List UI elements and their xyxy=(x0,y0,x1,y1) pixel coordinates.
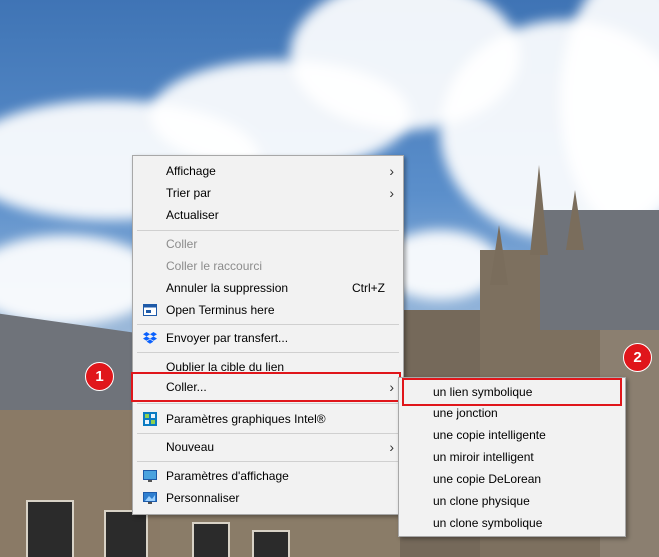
menu-item-label: une copie intelligente xyxy=(433,428,546,442)
chevron-right-icon: › xyxy=(389,185,394,201)
menu-item-label: Paramètres d'affichage xyxy=(166,469,289,483)
menu-separator xyxy=(137,403,399,404)
menu-item-parametres-affichage[interactable]: Paramètres d'affichage xyxy=(133,465,403,487)
menu-item-label: une copie DeLorean xyxy=(433,472,542,486)
menu-item-envoyer-transfert[interactable]: Envoyer par transfert... xyxy=(133,327,403,349)
menu-separator xyxy=(137,461,399,462)
terminal-icon xyxy=(143,304,157,316)
menu-item-label: Personnaliser xyxy=(166,491,240,505)
dropbox-icon xyxy=(143,332,157,344)
submenu-item-copie-intelligente[interactable]: une copie intelligente xyxy=(399,424,625,446)
menu-item-label: un miroir intelligent xyxy=(433,450,534,464)
menu-item-nouveau[interactable]: Nouveau › xyxy=(133,436,403,458)
menu-item-coller-raccourci-disabled: Coller le raccourci xyxy=(133,255,403,277)
chevron-right-icon: › xyxy=(389,163,394,179)
menu-item-label: Annuler la suppression xyxy=(166,281,289,295)
shortcut-label: Ctrl+Z xyxy=(352,281,385,295)
submenu-item-copie-delorean[interactable]: une copie DeLorean xyxy=(399,468,625,490)
display-settings-icon xyxy=(143,470,157,482)
submenu-item-clone-physique[interactable]: un clone physique xyxy=(399,490,625,512)
menu-separator xyxy=(137,324,399,325)
menu-item-coller-disabled: Coller xyxy=(133,233,403,255)
menu-item-label: un clone symbolique xyxy=(433,516,543,530)
chevron-right-icon: › xyxy=(389,439,394,455)
menu-separator xyxy=(137,230,399,231)
menu-item-affichage[interactable]: Affichage › xyxy=(133,160,403,182)
menu-item-label: Nouveau xyxy=(166,440,215,454)
submenu-item-miroir-intelligent[interactable]: un miroir intelligent xyxy=(399,446,625,468)
menu-item-label: Coller xyxy=(166,237,198,251)
menu-item-annuler-suppression[interactable]: Annuler la suppression Ctrl+Z xyxy=(133,277,403,299)
highlight-box-coller xyxy=(131,372,401,402)
step-badge-1: 1 xyxy=(85,362,114,391)
menu-item-label: Affichage xyxy=(166,164,216,178)
menu-item-actualiser[interactable]: Actualiser xyxy=(133,204,403,226)
menu-item-label: Open Terminus here xyxy=(166,303,275,317)
menu-item-label: un clone physique xyxy=(433,494,530,508)
personalize-icon xyxy=(143,492,157,504)
menu-item-label: Paramètres graphiques Intel® xyxy=(166,412,326,426)
menu-item-label: Envoyer par transfert... xyxy=(166,331,289,345)
menu-separator xyxy=(137,433,399,434)
step-badge-2: 2 xyxy=(623,343,652,372)
menu-item-label: Trier par xyxy=(166,186,211,200)
menu-item-trier-par[interactable]: Trier par › xyxy=(133,182,403,204)
menu-item-label: Coller le raccourci xyxy=(166,259,263,273)
desktop-context-menu: Affichage › Trier par › Actualiser Colle… xyxy=(132,155,404,515)
menu-item-open-terminus[interactable]: Open Terminus here xyxy=(133,299,403,321)
menu-item-intel-graphics[interactable]: Paramètres graphiques Intel® xyxy=(133,408,403,430)
submenu-item-clone-symbolique[interactable]: un clone symbolique xyxy=(399,512,625,534)
menu-item-personnaliser[interactable]: Personnaliser xyxy=(133,487,403,509)
menu-separator xyxy=(137,352,399,353)
intel-graphics-icon xyxy=(143,412,157,426)
menu-item-label: Actualiser xyxy=(166,208,219,222)
highlight-box-lien-symbolique xyxy=(402,378,622,406)
